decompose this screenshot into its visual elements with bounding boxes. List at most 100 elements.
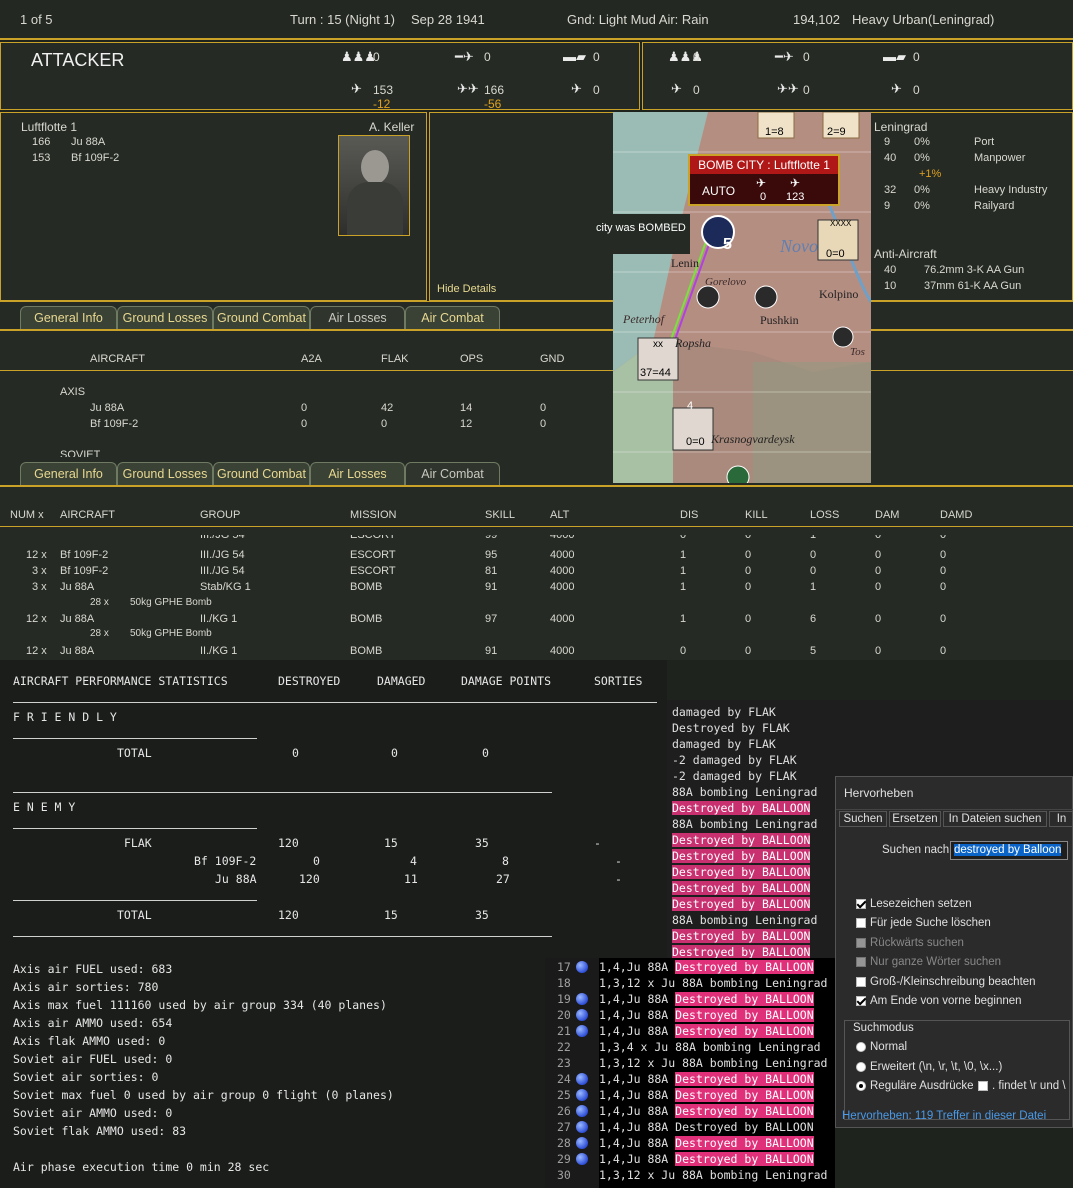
log-editor-line[interactable]: 1,4,Ju 88A Destroyed by BALLOON: [599, 960, 814, 974]
tab-air-combat[interactable]: Air Combat: [405, 462, 500, 485]
tab-ground-losses[interactable]: Ground Losses: [117, 462, 213, 485]
page-indicator[interactable]: 1 of 5: [20, 12, 53, 27]
summary-line: Soviet max fuel 0 used by air group 0 fl…: [13, 1088, 394, 1102]
combat-cell: 1: [810, 581, 817, 593]
map-counter-b[interactable]: 2=9: [827, 126, 846, 138]
hide-details-link[interactable]: Hide Details: [437, 283, 496, 295]
log-line: Destroyed by BALLOON: [672, 929, 811, 943]
map-counter-xx: xx: [653, 339, 663, 350]
combat-cell: 95: [485, 549, 498, 561]
popup-auto[interactable]: AUTO: [702, 184, 735, 198]
tab-ground-combat[interactable]: Ground Combat: [213, 306, 310, 329]
log-match: Destroyed by BALLOON: [675, 960, 814, 974]
log-match: Destroyed by BALLOON: [675, 1088, 814, 1102]
divider: [836, 809, 1073, 810]
ju-destroyed: 120: [299, 872, 320, 886]
log-prefix: 1,4,Ju 88A: [599, 1008, 676, 1022]
combat-cell: 4000: [550, 549, 575, 561]
city-railyard-value: 9: [884, 200, 891, 212]
bomb-city-popup[interactable]: BOMB CITY : Luftflotte 1 AUTO ✈ 0 ✈ 123: [688, 154, 840, 206]
dot-matches-newline-checkbox[interactable]: [978, 1081, 988, 1091]
dialog-tab-more[interactable]: In: [1049, 811, 1073, 827]
option-checkbox-2[interactable]: [856, 938, 866, 948]
dialog-tab-find-in-files[interactable]: In Dateien suchen: [943, 811, 1047, 827]
combat-cell: 4000: [550, 565, 575, 577]
log-match: Destroyed by BALLOON: [675, 1024, 814, 1038]
map-counter-d[interactable]: 37=44: [640, 367, 671, 379]
commander-portrait[interactable]: [338, 135, 410, 236]
bookmark-icon[interactable]: [576, 1073, 588, 1085]
mode-extended-radio[interactable]: [856, 1062, 866, 1072]
ju-sorties: -: [615, 872, 622, 886]
mode-normal-radio[interactable]: [856, 1042, 866, 1052]
bookmark-icon[interactable]: [576, 1089, 588, 1101]
option-checkbox-5[interactable]: [856, 996, 866, 1006]
combat-cell: ESCORT: [350, 549, 396, 561]
combat-cell: ESCORT: [350, 535, 396, 541]
log-prefix: 1,3,12 x Ju 88A bombing Leningrad: [599, 1056, 828, 1070]
option-checkbox-0[interactable]: [856, 899, 866, 909]
log-editor-line[interactable]: 1,3,4 x Ju 88A bombing Leningrad: [599, 1040, 821, 1054]
dialog-tab-search[interactable]: Suchen: [839, 811, 887, 827]
bookmark-icon[interactable]: [576, 1009, 588, 1021]
tab-general-info[interactable]: General Info: [20, 462, 117, 485]
tab-ground-combat[interactable]: Ground Combat: [213, 462, 310, 485]
bomb-load-count: 28 x: [90, 597, 109, 608]
combat-cell: 0: [745, 565, 752, 577]
log-editor-line[interactable]: 1,4,Ju 88A Destroyed by BALLOON: [599, 1152, 814, 1166]
log-editor-line[interactable]: 1,4,Ju 88A Destroyed by BALLOON: [599, 992, 814, 1006]
dialog-tab-replace[interactable]: Ersetzen: [889, 811, 941, 827]
bookmark-icon[interactable]: [576, 961, 588, 973]
log-editor-line[interactable]: 1,4,Ju 88A Destroyed by BALLOON: [599, 1088, 814, 1102]
bookmark-icon[interactable]: [576, 1121, 588, 1133]
combat-cell: 4000: [550, 613, 575, 625]
bomber-icon: ✈✈: [457, 81, 479, 96]
map-counter-c[interactable]: 0=0: [826, 248, 845, 260]
flak-destroyed: 120: [278, 836, 299, 850]
map-counter-a[interactable]: 1=8: [765, 126, 784, 138]
divider: [13, 828, 257, 829]
log-editor-line[interactable]: 1,4,Ju 88A Destroyed by BALLOON: [599, 1008, 814, 1022]
search-input[interactable]: destroyed by Balloon: [950, 841, 1068, 860]
log-editor-line[interactable]: 1,3,12 x Ju 88A bombing Leningrad: [599, 1056, 827, 1070]
tab-general-info[interactable]: General Info: [20, 306, 117, 329]
bookmark-icon[interactable]: [576, 993, 588, 1005]
combat-cell: 0: [940, 613, 947, 625]
defender-tanks: 0: [913, 50, 920, 64]
stats-col-damaged: DAMAGED: [377, 674, 426, 688]
log-line: Destroyed by BALLOON: [672, 881, 811, 895]
col-gnd: GND: [540, 353, 565, 365]
log-editor[interactable]: 17 1,4,Ju 88A Destroyed by BALLOON 18 1,3,1…: [545, 958, 835, 1188]
log-editor-line[interactable]: 1,4,Ju 88A Destroyed by BALLOON: [599, 1120, 835, 1134]
aa-1-value: 40: [884, 264, 897, 276]
option-checkbox-1[interactable]: [856, 918, 866, 928]
map-view[interactable]: 1=8 2=9 XXXX 0=0 xx 37=44 4 0=0 5 Peterh…: [613, 112, 871, 483]
tab-ground-losses[interactable]: Ground Losses: [117, 306, 213, 329]
tab-air-losses[interactable]: Air Losses: [310, 462, 405, 485]
tab-air-losses[interactable]: Air Losses: [310, 306, 405, 329]
log-editor-line[interactable]: 1,3,12 x Ju 88A bombing Leningrad: [599, 1168, 827, 1182]
fighter-icon: ✈: [671, 81, 682, 96]
stats-col-destroyed: DESTROYED: [278, 674, 341, 688]
bf-damaged: 4: [410, 854, 417, 868]
bookmark-icon[interactable]: [576, 1137, 588, 1149]
combat-cell: Bf 109F-2: [60, 549, 109, 561]
bomb-load-type: 50kg GPHE Bomb: [130, 597, 212, 608]
bf-sorties: -: [615, 854, 622, 868]
mode-regex-radio[interactable]: [856, 1081, 866, 1091]
log-editor-line[interactable]: 1,4,Ju 88A Destroyed by BALLOON: [599, 1104, 814, 1118]
option-checkbox-3[interactable]: [856, 957, 866, 967]
unit-count-2: 153: [32, 152, 51, 164]
log-editor-line[interactable]: 1,4,Ju 88A Destroyed by BALLOON: [599, 1072, 814, 1086]
tab-air-combat[interactable]: Air Combat: [405, 306, 500, 329]
log-editor-line[interactable]: 1,4,Ju 88A Destroyed by BALLOON: [599, 1136, 814, 1150]
log-editor-line[interactable]: 1,3,12 x Ju 88A bombing Leningrad: [599, 976, 827, 990]
map-counter-e[interactable]: 0=0: [686, 436, 705, 448]
bookmark-icon[interactable]: [576, 1153, 588, 1165]
aa-1-label: 76.2mm 3-K AA Gun: [924, 264, 1025, 276]
log-editor-line[interactable]: 1,4,Ju 88A Destroyed by BALLOON: [599, 1024, 814, 1038]
infantry-icon: ♟♟♟: [341, 49, 376, 64]
option-checkbox-4[interactable]: [856, 977, 866, 987]
bookmark-icon[interactable]: [576, 1105, 588, 1117]
bookmark-icon[interactable]: [576, 1025, 588, 1037]
